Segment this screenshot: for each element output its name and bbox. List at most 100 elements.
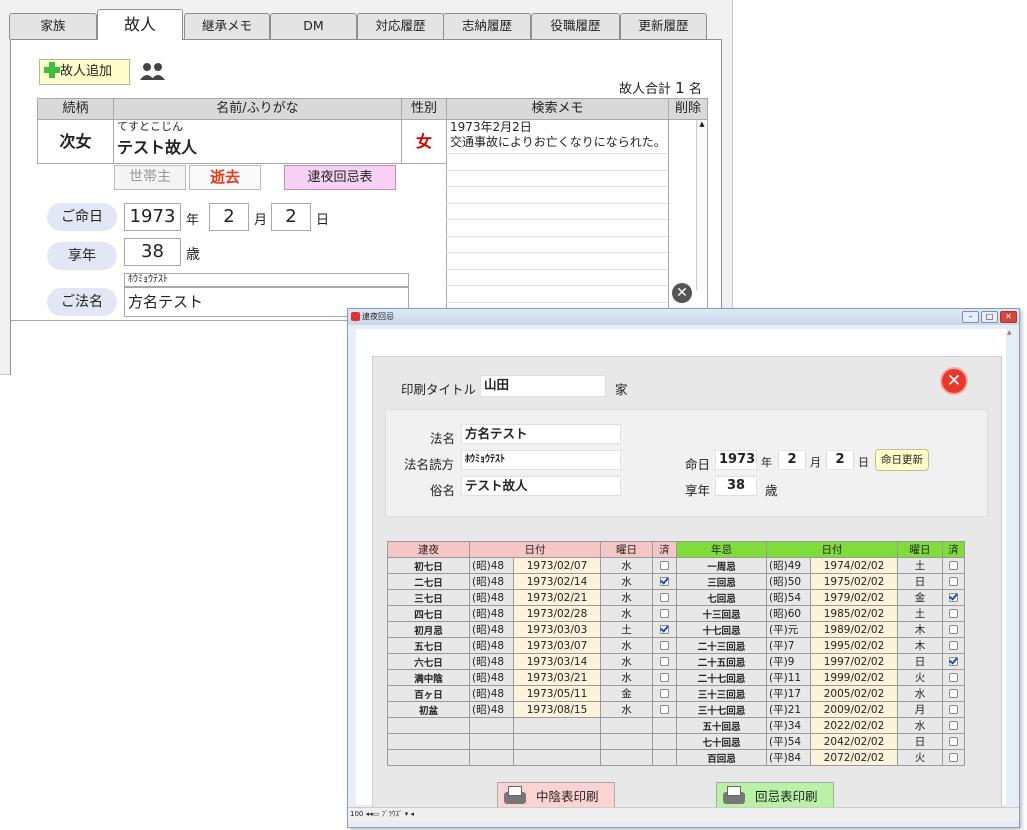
nenki-era: (平)元: [766, 621, 811, 638]
tab-4[interactable]: DM: [270, 13, 357, 39]
minimize-button[interactable]: –: [962, 311, 979, 323]
taiya-done-checkbox[interactable]: [660, 656, 669, 666]
nenki-done-checkbox[interactable]: [949, 688, 958, 698]
nenki-done-checkbox[interactable]: [949, 576, 958, 586]
taiya-done-cell: [652, 557, 677, 574]
taiya-weekday: 水: [600, 589, 653, 606]
empty-cell: [513, 733, 601, 750]
household-head-button[interactable]: 世帯主: [114, 165, 186, 190]
table-row: 百回忌 (平)84 2072/02/02 火: [387, 749, 965, 766]
nenki-done-checkbox[interactable]: [949, 672, 958, 682]
nenki-done-checkbox[interactable]: [949, 704, 958, 714]
maximize-button[interactable]: □: [981, 311, 998, 323]
taiya-done-checkbox[interactable]: [660, 608, 669, 618]
nenki-done-checkbox[interactable]: [949, 608, 958, 618]
passed-away-button[interactable]: 逝去: [189, 165, 261, 190]
nenki-era: (昭)50: [766, 573, 811, 590]
empty-cell: [600, 717, 653, 734]
tab-2[interactable]: 故人: [97, 9, 183, 40]
taiya-era: (昭)48: [469, 621, 514, 638]
vertical-scrollbar[interactable]: ▲: [1007, 329, 1017, 805]
nenki-done-cell: [942, 589, 965, 606]
nenki-done-cell: [942, 621, 965, 638]
hougo-field[interactable]: 方名テスト: [461, 424, 621, 444]
kyonen-field[interactable]: 38: [715, 476, 757, 496]
nenki-name: 二十三回忌: [676, 637, 767, 654]
taiya-done-cell: [652, 573, 677, 590]
nenki-done-cell: [942, 653, 965, 670]
nenki-weekday: 火: [897, 749, 943, 766]
people-icon[interactable]: [139, 62, 167, 80]
taiya-done-cell: [652, 605, 677, 622]
tab-5[interactable]: 対応履歴: [357, 13, 444, 39]
taiya-done-checkbox[interactable]: [660, 592, 669, 602]
zokumyo-field[interactable]: テスト故人: [461, 476, 621, 496]
death-day-field[interactable]: 2: [271, 203, 311, 231]
taiya-date: 1973/02/28: [513, 605, 601, 622]
tab-1[interactable]: 家族: [9, 13, 97, 39]
death-year-field[interactable]: 1973: [124, 203, 181, 231]
tab-3[interactable]: 継承メモ: [184, 13, 270, 39]
relation-field[interactable]: 次女: [37, 119, 114, 164]
nenki-name: 七十回忌: [676, 733, 767, 750]
nenki-date: 2005/02/02: [810, 685, 898, 702]
mode-dropdown-icon[interactable]: ▾ ◂: [405, 810, 414, 818]
nenki-done-checkbox[interactable]: [949, 624, 958, 634]
taiya-weekday: 水: [600, 605, 653, 622]
taiya-done-cell: [652, 589, 677, 606]
nenki-done-checkbox[interactable]: [949, 656, 958, 666]
taiya-done-checkbox[interactable]: [660, 672, 669, 682]
nenki-done-checkbox[interactable]: [949, 592, 958, 602]
delete-icon[interactable]: ✕: [672, 283, 692, 303]
add-deceased-button[interactable]: 故人追加: [39, 59, 130, 85]
nenki-name: 十三回忌: [676, 605, 767, 622]
taiya-done-checkbox[interactable]: [660, 576, 669, 586]
hougo-kana-field[interactable]: ﾎｳﾐｮｳﾃｽﾄ: [461, 450, 621, 470]
nenki-done-cell: [942, 717, 965, 734]
nenki-done-checkbox[interactable]: [949, 720, 958, 730]
tab-7[interactable]: 役職履歴: [531, 13, 620, 39]
taiya-date: 1973/02/07: [513, 557, 601, 574]
taiya-done-cell: [652, 669, 677, 686]
nenki-done-checkbox[interactable]: [949, 736, 958, 746]
taiya-done-checkbox[interactable]: [660, 624, 669, 634]
taiya-done-checkbox[interactable]: [660, 688, 669, 698]
print-title-field[interactable]: 山田: [480, 375, 606, 397]
meinichi-month-field[interactable]: 2: [778, 450, 806, 470]
furigana-field[interactable]: てすとこじん: [114, 120, 401, 134]
dharma-kana-field[interactable]: ﾎｳﾐｮｳﾃｽﾄ: [124, 273, 409, 287]
memorial-table-button[interactable]: 逮夜回忌表: [284, 165, 396, 190]
death-month-field[interactable]: 2: [209, 203, 249, 231]
memorial-popup-window: 逮夜回忌 – □ ✕ 印刷タイトル 山田 家 ✕ 法名 方名テスト 法名読方 ﾎ…: [347, 308, 1020, 828]
age-label: 享年: [47, 242, 117, 270]
tab-8[interactable]: 更新履歴: [620, 13, 707, 39]
hougo-kana-label: 法名読方: [404, 457, 455, 472]
memo-scrollbar[interactable]: ▲: [696, 120, 707, 290]
nenki-weekday: 木: [897, 621, 943, 638]
nenki-done-checkbox[interactable]: [949, 752, 958, 762]
print-chuin-label: 中陰表印刷: [536, 789, 599, 804]
nenki-era: (平)9: [766, 653, 811, 670]
taiya-done-checkbox[interactable]: [660, 704, 669, 714]
taiya-done-checkbox[interactable]: [660, 640, 669, 650]
gender-field[interactable]: 女: [401, 119, 447, 164]
zoom-level[interactable]: 100: [350, 810, 363, 818]
taiya-done-checkbox[interactable]: [660, 560, 669, 570]
view-mode[interactable]: ﾌﾞﾗｳｽﾞ: [382, 810, 403, 818]
tab-6[interactable]: 志納履歴: [443, 13, 531, 39]
taiya-weekday: 土: [600, 621, 653, 638]
meinichi-day-field[interactable]: 2: [826, 450, 854, 470]
taiya-done-cell: [652, 621, 677, 638]
nav-arrows-icon[interactable]: ◂◂▭: [366, 810, 380, 818]
nenki-done-checkbox[interactable]: [949, 640, 958, 650]
close-icon[interactable]: ✕: [940, 367, 968, 395]
age-field[interactable]: 38: [124, 238, 181, 266]
nenki-done-checkbox[interactable]: [949, 560, 958, 570]
name-field[interactable]: テスト故人: [114, 134, 401, 158]
nenki-weekday: 金: [897, 589, 943, 606]
update-date-button[interactable]: 命日更新: [875, 449, 929, 471]
meinichi-year-field[interactable]: 1973: [715, 450, 757, 470]
printer-icon: [504, 786, 528, 806]
nenki-name: 百回忌: [676, 749, 767, 766]
window-close-button[interactable]: ✕: [1000, 311, 1017, 323]
